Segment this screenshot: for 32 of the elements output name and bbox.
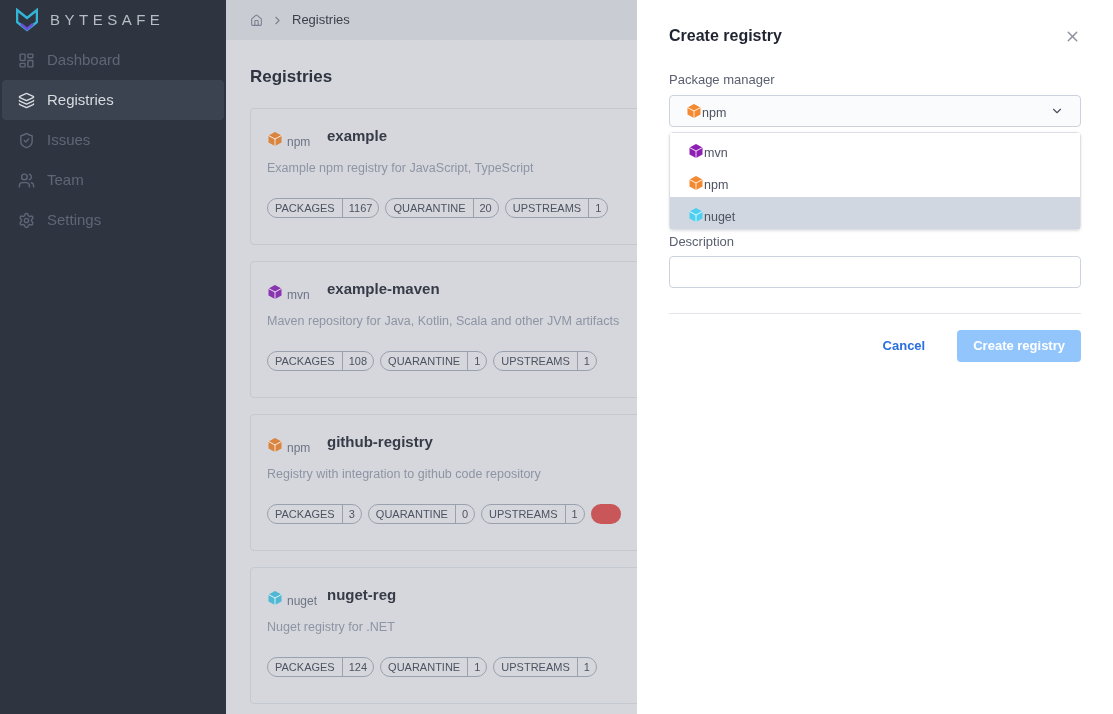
cancel-button[interactable]: Cancel: [882, 336, 926, 356]
nav-item[interactable]: Registries: [2, 80, 224, 120]
registry-description: Nuget registry for .NET: [267, 619, 396, 636]
dropdown-option[interactable]: nuget: [670, 196, 1080, 229]
dropdown-option[interactable]: npm: [670, 164, 1080, 197]
home-icon[interactable]: [250, 13, 263, 27]
registry-type: nuget: [287, 593, 319, 610]
registry-type: npm: [287, 440, 312, 457]
field-label: Package manager: [669, 71, 776, 89]
dashboard-icon: [18, 51, 35, 69]
cube-icon: [686, 102, 702, 119]
page-title: Registries: [250, 66, 333, 88]
registry-type: npm: [287, 134, 312, 151]
users-icon: [18, 171, 35, 189]
registry-type: mvn: [287, 287, 311, 304]
shield-icon: [18, 131, 35, 149]
registry-name: nuget-reg: [327, 584, 397, 605]
drawer-title: Create registry: [669, 26, 782, 46]
registry-description: Example npm registry for JavaScript, TypeScript: [267, 160, 535, 177]
dropdown-option[interactable]: mvn: [670, 132, 1080, 165]
registry-name: example: [327, 125, 388, 146]
package-manager-select[interactable]: npm: [669, 94, 1081, 127]
logo-icon: [16, 8, 38, 32]
gear-icon: [18, 211, 35, 229]
description-field[interactable]: [669, 256, 1081, 288]
layers-icon: [18, 91, 35, 109]
brand-name: BYTESAFE: [50, 9, 165, 30]
registry-description: Registry with integration to github code repository: [267, 466, 542, 483]
registry-description: Maven repository for Java, Kotlin, Scala and other JVM artifacts: [267, 313, 621, 330]
breadcrumb-link[interactable]: Registries: [292, 10, 350, 30]
registry-name: example-maven: [327, 278, 440, 299]
registry-name: github-registry: [327, 431, 433, 452]
